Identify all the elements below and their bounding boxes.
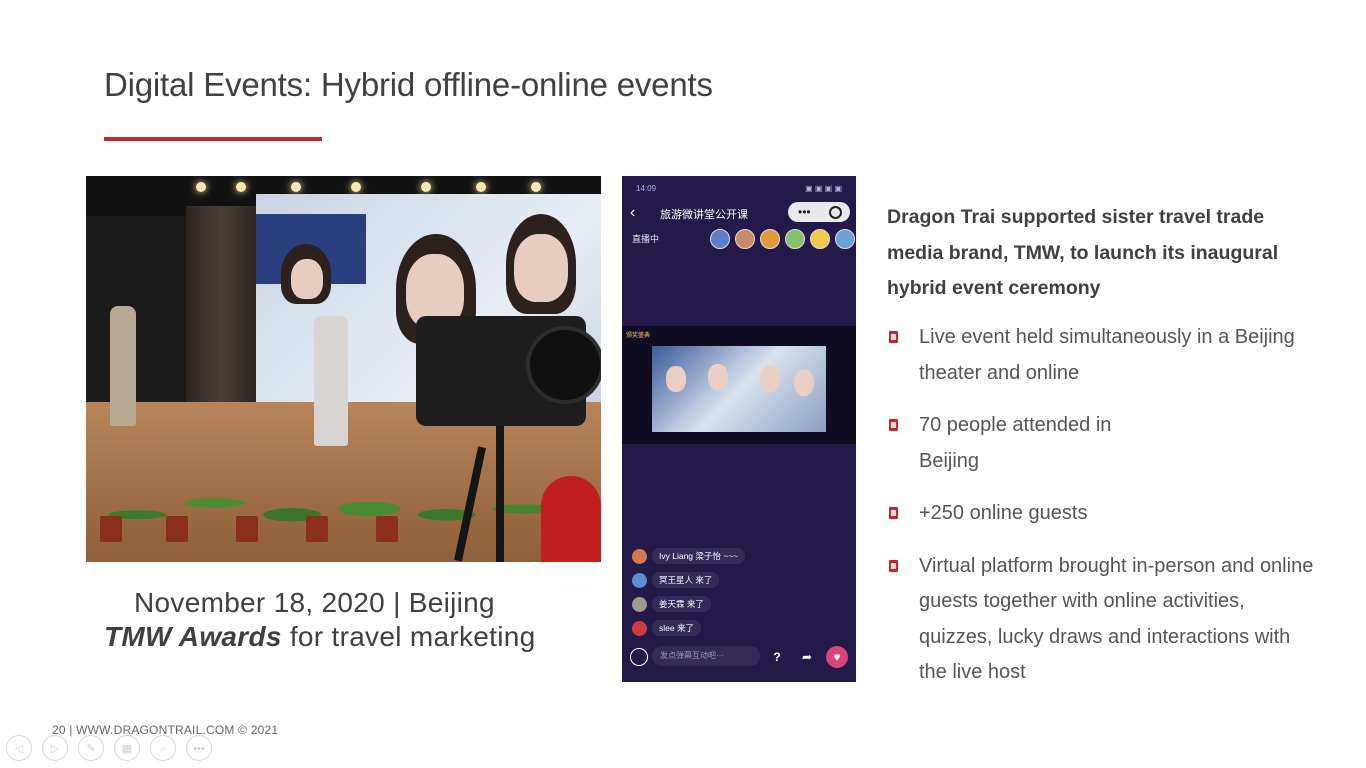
slide-sorter-icon[interactable]: ▦ (114, 735, 140, 761)
chat-comment: 冥王星人 来了 (632, 572, 852, 588)
stage-light (476, 182, 486, 192)
bullet-item: Virtual platform brought in-person and o… (887, 549, 1317, 691)
phone-status-time: 14:09 (636, 184, 657, 193)
chat-comment: Ivy Liang 梁子怡 ~~~ (632, 548, 852, 564)
previous-slide-icon[interactable]: ◁ (6, 735, 32, 761)
stage-light (531, 182, 541, 192)
chat-comments: Ivy Liang 梁子怡 ~~~ 冥王星人 来了 姜天霖 来了 slee 来了 (632, 548, 852, 644)
speaker-figure (314, 316, 348, 446)
live-status-label: 直播中 (632, 234, 660, 244)
screen-figure (291, 259, 323, 299)
plant-pot (166, 516, 188, 542)
zoom-icon[interactable]: ⌕ (150, 735, 176, 761)
tripod-leg (496, 426, 504, 562)
curtain (186, 206, 256, 416)
event-name-bold: TMW Awards (104, 621, 282, 652)
viewer-avatars (710, 229, 855, 249)
chat-comment-text: 姜天霖 来了 (652, 596, 711, 612)
bullet-item: Live event held simultaneously in a Beij… (887, 320, 1317, 391)
bullet-item: +250 online guests (887, 496, 1317, 532)
like-button[interactable]: ♥ (826, 646, 848, 668)
phone-status-icons: ▣ ▣ ▣ ▣ (805, 184, 842, 193)
video-stage (652, 346, 826, 432)
chat-comment-text: Ivy Liang 梁子怡 ~~~ (652, 548, 746, 564)
bullet-item: 70 people attended in Beijing (887, 408, 1159, 479)
plant-pot (376, 516, 398, 542)
stage-light (236, 182, 246, 192)
avatar (710, 229, 730, 249)
pen-icon[interactable]: ✎ (78, 735, 104, 761)
livestream-bottom-bar: 发点弹幕互动吧··· ? ➦ ♥ (630, 646, 850, 668)
avatar (632, 572, 647, 588)
livestream-phone-screenshot: 14:09 ▣ ▣ ▣ ▣ ‹ 旅游微讲堂公开课 ••• 直播中 颁奖盛典 Iv… (622, 176, 856, 682)
bullet-text: 70 people attended in Beijing (919, 414, 1112, 472)
avatar (632, 596, 647, 612)
avatar (632, 548, 647, 564)
bullet-marker-icon (889, 507, 898, 519)
bullet-marker-icon (889, 559, 898, 572)
avatar (760, 229, 780, 249)
chat-comment: slee 来了 (632, 620, 852, 636)
camera-lens (526, 326, 601, 404)
event-stage-photo (86, 176, 601, 562)
chat-comment: 姜天霖 来了 (632, 596, 852, 612)
screen-figure (514, 234, 568, 302)
stage-light (351, 182, 361, 192)
event-name-caption: TMW Awards for travel marketing (104, 621, 535, 653)
avatar (785, 229, 805, 249)
miniprogram-capsule: ••• (788, 202, 850, 222)
avatar (632, 620, 647, 636)
bullet-text: Live event held simultaneously in a Beij… (919, 326, 1295, 384)
event-date-caption: November 18, 2020 | Beijing (134, 587, 495, 618)
avatar (735, 229, 755, 249)
video-camera (416, 316, 601, 426)
video-figure (666, 366, 686, 392)
back-arrow-icon: ‹ (630, 204, 636, 221)
video-figure (760, 366, 780, 392)
event-name-rest: for travel marketing (281, 621, 536, 652)
title-underline (104, 137, 322, 141)
bullet-text: +250 online guests (919, 502, 1088, 524)
livestream-title: 旅游微讲堂公开课 (660, 209, 748, 221)
avatar (810, 229, 830, 249)
bullet-marker-icon (889, 419, 898, 431)
video-figure (708, 364, 728, 390)
host-figure (110, 306, 136, 426)
livestream-video: 颁奖盛典 (622, 326, 856, 444)
chat-comment-text: 冥王星人 来了 (652, 572, 720, 588)
bullet-marker-icon (889, 331, 898, 343)
close-ring-icon (829, 206, 842, 219)
stage-light (196, 182, 206, 192)
more-options-icon[interactable]: ••• (186, 735, 212, 761)
plant-pot (100, 516, 122, 542)
more-dots-icon: ••• (798, 205, 811, 219)
chat-toggle-icon[interactable] (630, 648, 648, 666)
stage-plants (86, 444, 601, 562)
stage-light (421, 182, 431, 192)
presentation-controls: ◁ ▷ ✎ ▦ ⌕ ••• (6, 735, 212, 761)
plant-pot (306, 516, 328, 542)
red-cloth (541, 476, 601, 562)
next-slide-icon[interactable]: ▷ (42, 735, 68, 761)
plant-pot (236, 516, 258, 542)
bullet-text: Virtual platform brought in-person and o… (919, 554, 1314, 684)
share-button[interactable]: ➦ (796, 646, 818, 668)
video-figure (794, 370, 814, 396)
question-button[interactable]: ? (766, 646, 788, 668)
stage-light (291, 182, 301, 192)
bullet-list: Live event held simultaneously in a Beij… (887, 320, 1317, 708)
lead-statement: Dragon Trai supported sister travel trad… (887, 206, 1279, 299)
video-overlay-label: 颁奖盛典 (626, 333, 651, 339)
avatar (835, 229, 855, 249)
danmaku-input[interactable]: 发点弹幕互动吧··· (652, 646, 760, 666)
chat-comment-text: slee 来了 (652, 620, 701, 636)
slide-title: Digital Events: Hybrid offline-online ev… (104, 66, 713, 103)
